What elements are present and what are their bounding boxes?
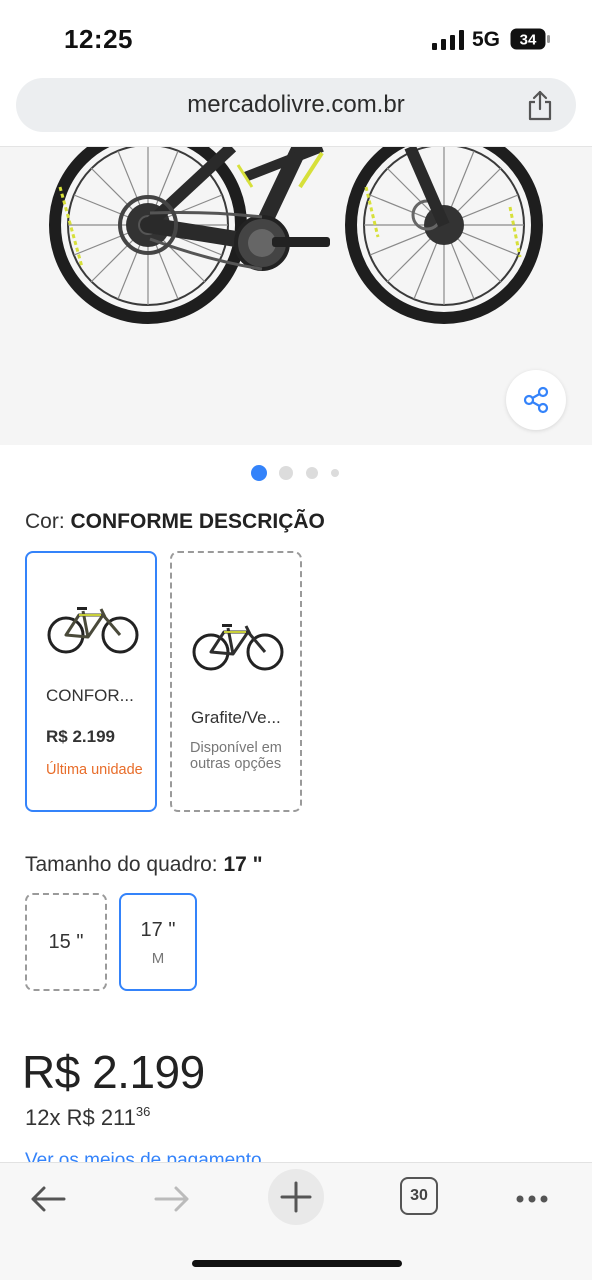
- url-text[interactable]: mercadolivre.com.br: [16, 91, 576, 119]
- variant-name: Grafite/Ve...: [191, 708, 281, 727]
- pagination-dot[interactable]: [306, 467, 318, 479]
- status-bar: 12:25 5G 34: [0, 0, 592, 70]
- variant-name: CONFOR...: [46, 686, 134, 705]
- pagination-dot[interactable]: [279, 466, 293, 480]
- variant-stock-warning: Última unidade: [46, 762, 143, 778]
- arrow-left-icon[interactable]: [26, 1177, 70, 1221]
- status-time: 12:25: [64, 24, 133, 54]
- new-tab-button[interactable]: [268, 1169, 324, 1225]
- variant-bike-thumbnail: [47, 607, 139, 654]
- tabs-button[interactable]: 30: [400, 1177, 438, 1215]
- variant-bike-thumbnail: [192, 624, 284, 671]
- share-nodes-icon: [523, 386, 549, 414]
- plus-icon: [280, 1181, 312, 1213]
- installments-amount: 12x R$ 211: [25, 1105, 136, 1130]
- size-label: Tamanho do quadro: 17 ": [25, 853, 263, 877]
- bicycle-image: [49, 147, 543, 324]
- cellular-signal-icon: [432, 30, 464, 50]
- tabs-count: 30: [410, 1187, 428, 1204]
- variant-price: R$ 2.199: [46, 727, 115, 746]
- installments-cents: 36: [135, 1104, 151, 1119]
- variant-availability: Disponível em outras opções: [190, 740, 282, 772]
- color-label: Cor: CONFORME DESCRIÇÃO: [25, 510, 325, 534]
- share-icon[interactable]: [526, 89, 554, 121]
- arrow-right-icon[interactable]: [150, 1177, 194, 1221]
- color-option-selected[interactable]: CONFOR... R$ 2.199 Última unidade: [25, 551, 157, 812]
- product-image-gallery[interactable]: [0, 147, 592, 445]
- size-selected-value: 17 ": [223, 853, 263, 876]
- product-price: R$ 2.199: [22, 1046, 205, 1098]
- pagination-dot-active[interactable]: [251, 465, 267, 481]
- color-label-text: Cor:: [25, 510, 71, 533]
- network-type: 5G: [472, 28, 501, 51]
- battery-level: 34: [520, 32, 537, 49]
- color-selected-value: CONFORME DESCRIÇÃO: [70, 510, 325, 533]
- size-option-value: 17 ": [140, 919, 176, 941]
- size-option-sub: M: [151, 950, 165, 967]
- share-product-button[interactable]: [506, 370, 566, 430]
- pagination-dot[interactable]: [331, 469, 339, 477]
- size-option[interactable]: 15 ": [25, 893, 107, 991]
- size-option-value: 15 ": [48, 931, 84, 953]
- installments: 12x R$ 21136: [25, 1104, 150, 1131]
- color-option[interactable]: Grafite/Ve... Disponível em outras opçõe…: [170, 551, 302, 812]
- gallery-pagination: [0, 465, 592, 481]
- battery-icon: 34: [510, 28, 550, 50]
- home-indicator: [192, 1260, 402, 1267]
- size-label-text: Tamanho do quadro:: [25, 853, 224, 876]
- ellipsis-icon[interactable]: [510, 1177, 554, 1221]
- address-bar[interactable]: mercadolivre.com.br: [16, 78, 576, 132]
- size-option-selected[interactable]: 17 " M: [119, 893, 197, 991]
